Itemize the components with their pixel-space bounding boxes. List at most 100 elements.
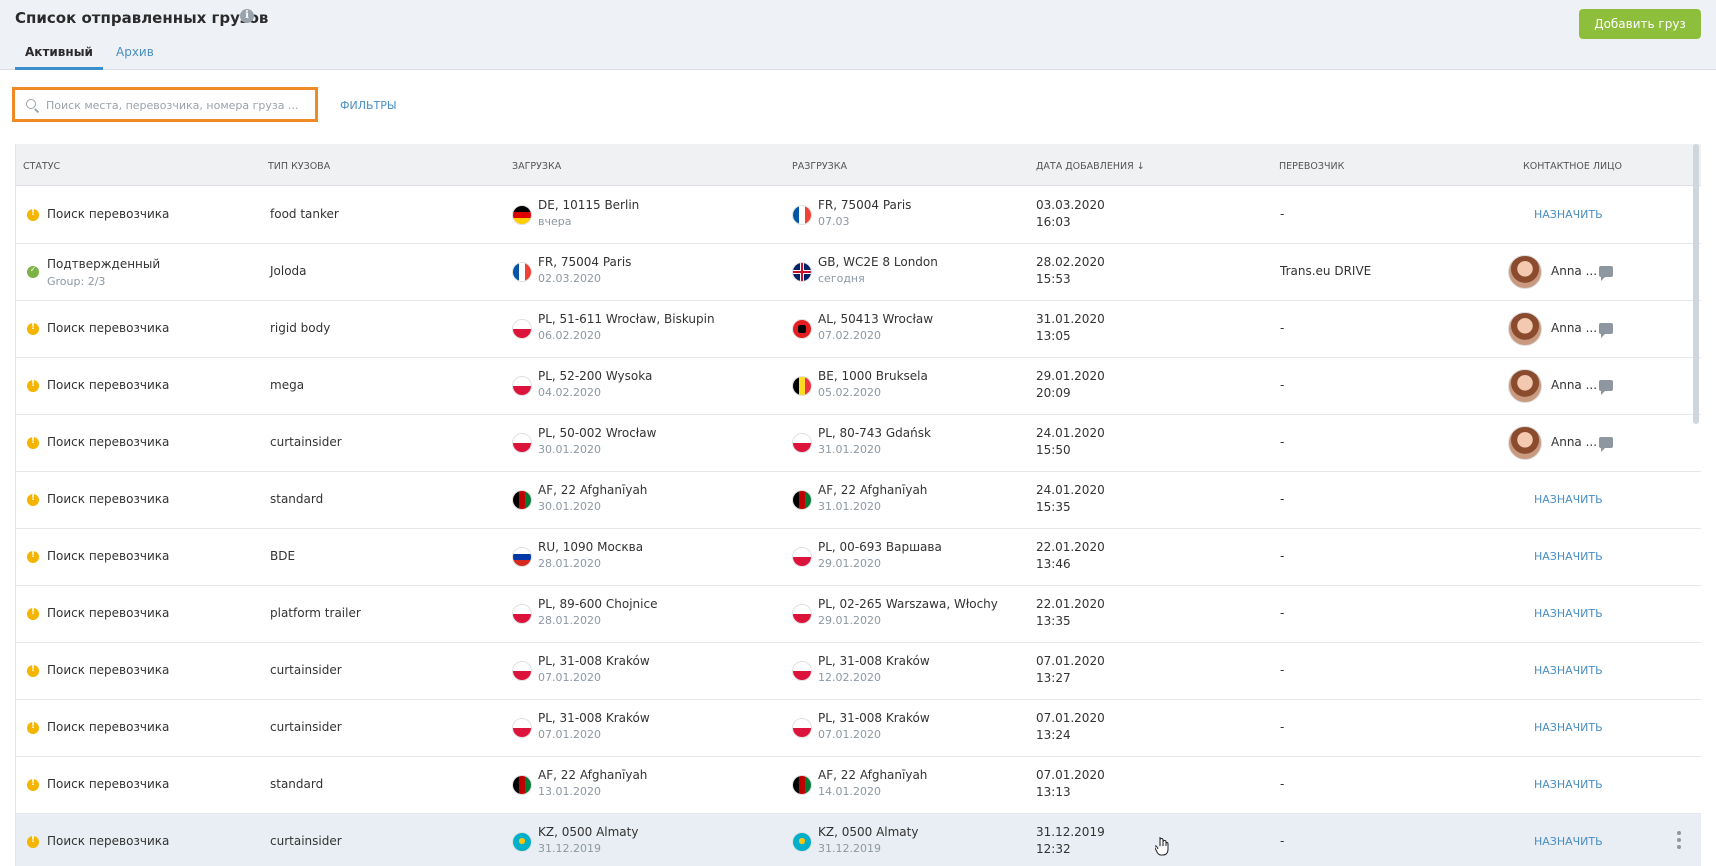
unloading-date: 07.03 (818, 215, 850, 228)
chat-icon[interactable] (1599, 437, 1613, 452)
time-added: 15:35 (1036, 500, 1071, 514)
tab-archive[interactable]: Архив (116, 45, 154, 67)
unloading-place: PL, 02-265 Warszawa, Włochy (818, 597, 998, 611)
table-row[interactable]: Поиск перевозчика standard AF, 22 Afghanīy… (16, 757, 1701, 814)
column-contact[interactable]: КОНТАКТНОЕ ЛИЦО (1523, 161, 1622, 172)
flag-pl-icon (512, 319, 532, 339)
loading-date: 13.01.2020 (538, 785, 601, 798)
flag-pl-icon (792, 718, 812, 738)
table-row[interactable]: Поиск перевозчика rigid body PL, 51-611 Wr… (16, 301, 1701, 358)
warning-icon (27, 721, 39, 734)
contact-name[interactable]: Anna ... (1551, 321, 1597, 335)
tab-active[interactable]: Активный (15, 45, 103, 70)
avatar[interactable] (1508, 369, 1542, 403)
date-added: 31.12.2019 (1036, 825, 1105, 839)
search-icon (26, 99, 36, 109)
table-row[interactable]: Поиск перевозчика food tanker DE, 10115 Be… (16, 187, 1701, 244)
column-status[interactable]: СТАТУС (23, 161, 60, 172)
cargo-table: СТАТУС ТИП КУЗОВА ЗАГРУЗКА РАЗГРУЗКА ДАТ… (15, 144, 1701, 866)
status-group: Group: 2/3 (47, 275, 106, 288)
body-type: curtainsider (270, 834, 342, 848)
loading-place: PL, 31-008 Kraków (538, 711, 650, 725)
more-vertical-icon[interactable] (1677, 831, 1681, 851)
unloading-date: 29.01.2020 (818, 614, 881, 627)
assign-button[interactable]: НАЗНАЧИТЬ (1534, 607, 1603, 620)
assign-button[interactable]: НАЗНАЧИТЬ (1534, 550, 1603, 563)
unloading-date: 14.01.2020 (818, 785, 881, 798)
assign-button[interactable]: НАЗНАЧИТЬ (1534, 208, 1603, 221)
contact-name[interactable]: Anna ... (1551, 378, 1597, 392)
date-added: 28.02.2020 (1036, 255, 1105, 269)
time-added: 13:27 (1036, 671, 1071, 685)
loading-place: PL, 52-200 Wysoka (538, 369, 653, 383)
assign-button[interactable]: НАЗНАЧИТЬ (1534, 721, 1603, 734)
column-body-type[interactable]: ТИП КУЗОВА (268, 161, 330, 172)
table-row[interactable]: Поиск перевозчика curtainsider PL, 31-008 … (16, 700, 1701, 757)
carrier: - (1280, 720, 1285, 734)
body-type: curtainsider (270, 435, 342, 449)
column-loading[interactable]: ЗАГРУЗКА (512, 161, 561, 172)
avatar[interactable] (1508, 312, 1542, 346)
loading-place: FR, 75004 Paris (538, 255, 632, 269)
warning-icon (27, 493, 39, 506)
body-type: curtainsider (270, 663, 342, 677)
assign-button[interactable]: НАЗНАЧИТЬ (1534, 664, 1603, 677)
add-cargo-button[interactable]: Добавить груз (1579, 9, 1701, 39)
warning-icon (27, 436, 39, 449)
column-date-added[interactable]: ДАТА ДОБАВЛЕНИЯ ↓ (1036, 161, 1145, 172)
confirmed-icon (27, 265, 39, 278)
table-row[interactable]: Поиск перевозчика curtainsider PL, 31-008 … (16, 643, 1701, 700)
carrier: Trans.eu DRIVE (1280, 264, 1372, 278)
info-icon[interactable]: i (240, 9, 254, 23)
status-text: Поиск перевозчика (47, 549, 170, 563)
status-text: Поиск перевозчика (47, 663, 170, 677)
table-row[interactable]: Поиск перевозчика mega PL, 52-200 Wysoka 04… (16, 358, 1701, 415)
chat-icon[interactable] (1599, 380, 1613, 395)
table-row[interactable]: Поиск перевозчика curtainsider PL, 50-002 … (16, 415, 1701, 472)
table-row[interactable]: Поиск перевозчика platform trailer PL, 89-… (16, 586, 1701, 643)
status-text: Поиск перевозчика (47, 720, 170, 734)
contact-name[interactable]: Anna ... (1551, 264, 1597, 278)
table-row[interactable]: Поиск перевозчика curtainsider KZ, 0500 Al… (16, 814, 1701, 866)
status-text: Поиск перевозчика (47, 834, 170, 848)
unloading-date: 07.02.2020 (818, 329, 881, 342)
loading-place: AF, 22 Afghanīyah (538, 483, 648, 497)
loading-date: вчера (538, 215, 572, 228)
warning-icon (27, 550, 39, 563)
assign-button[interactable]: НАЗНАЧИТЬ (1534, 493, 1603, 506)
unloading-place: PL, 31-008 Kraków (818, 711, 930, 725)
top-bar: Список отправленных грузов i Активный Ар… (0, 0, 1716, 70)
unloading-place: AL, 50413 Wrocław (818, 312, 934, 326)
time-added: 20:09 (1036, 386, 1071, 400)
time-added: 13:35 (1036, 614, 1071, 628)
scrollbar[interactable] (1693, 144, 1699, 424)
column-carrier[interactable]: ПЕРЕВОЗЧИК (1279, 161, 1344, 172)
table-row[interactable]: Поиск перевозчика standard AF, 22 Afghanīy… (16, 472, 1701, 529)
column-unloading[interactable]: РАЗГРУЗКА (792, 161, 847, 172)
body-type: BDE (270, 549, 296, 563)
status-text: Поиск перевозчика (47, 321, 170, 335)
table-row[interactable]: Поиск перевозчика BDE RU, 1090 Москва 28.01… (16, 529, 1701, 586)
table-row[interactable]: Подтвержденный Group: 2/3 Joloda FR, 75004 … (16, 244, 1701, 301)
unloading-place: PL, 00-693 Варшава (818, 540, 942, 554)
flag-gb-icon (792, 262, 812, 282)
search-input[interactable] (46, 95, 306, 115)
status-text: Поиск перевозчика (47, 435, 170, 449)
avatar[interactable] (1508, 426, 1542, 460)
avatar[interactable] (1508, 255, 1542, 289)
assign-button[interactable]: НАЗНАЧИТЬ (1534, 835, 1603, 848)
chat-icon[interactable] (1599, 266, 1613, 281)
loading-place: PL, 51-611 Wrocław, Biskupin (538, 312, 715, 326)
assign-button[interactable]: НАЗНАЧИТЬ (1534, 778, 1603, 791)
time-added: 13:05 (1036, 329, 1071, 343)
chat-icon[interactable] (1599, 323, 1613, 338)
filters-button[interactable]: ФИЛЬТРЫ (340, 99, 397, 112)
unloading-date: 07.01.2020 (818, 728, 881, 741)
flag-al-icon (792, 319, 812, 339)
date-added: 22.01.2020 (1036, 597, 1105, 611)
loading-date: 06.02.2020 (538, 329, 601, 342)
contact-name[interactable]: Anna ... (1551, 435, 1597, 449)
flag-af-icon (792, 775, 812, 795)
flag-pl-icon (792, 661, 812, 681)
unloading-place: BE, 1000 Bruksela (818, 369, 928, 383)
